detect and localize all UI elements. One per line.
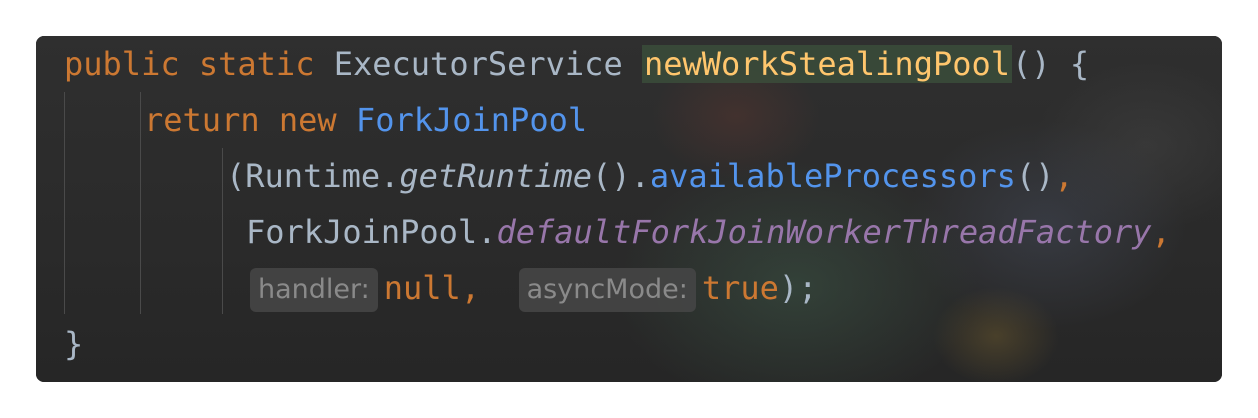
dot: .: [630, 157, 650, 195]
keyword-return: return: [144, 101, 260, 139]
null-literal: null: [383, 269, 461, 307]
code-line-3: (Runtime.getRuntime().availableProcessor…: [226, 148, 1074, 204]
true-literal: true: [701, 269, 779, 307]
parameter-hint-handler: handler:: [250, 268, 378, 312]
call-parens: (): [592, 157, 631, 195]
close-brace: }: [64, 325, 84, 363]
return-type: ExecutorService: [333, 45, 623, 83]
code-line-5: handler: null, asyncMode: true);: [250, 260, 817, 316]
available-processors-call[interactable]: availableProcessors: [650, 157, 1016, 195]
comma: ,: [1054, 157, 1074, 195]
code-line-6: }: [64, 316, 83, 372]
runtime-class[interactable]: Runtime: [245, 157, 380, 195]
keyword-static: static: [198, 45, 315, 83]
class-name[interactable]: ForkJoinPool: [356, 101, 587, 139]
dot: .: [380, 157, 400, 195]
class-ref[interactable]: ForkJoinPool: [246, 213, 477, 251]
method-name[interactable]: newWorkStealingPool: [641, 45, 1013, 83]
keyword-new: new: [278, 101, 337, 139]
parameter-hint-async-mode: asyncMode:: [518, 268, 696, 312]
factory-field[interactable]: defaultForkJoinWorkerThreadFactory: [496, 213, 1151, 251]
keyword-public: public: [64, 45, 180, 83]
dot: .: [477, 213, 497, 251]
code-line-2: return new ForkJoinPool: [144, 92, 587, 148]
close-call: );: [778, 269, 818, 307]
open-paren: (: [226, 157, 246, 195]
get-runtime-call[interactable]: getRuntime: [399, 157, 592, 195]
code-line-1: public static ExecutorService newWorkSte…: [64, 36, 1089, 92]
call-parens: (): [1015, 157, 1055, 195]
code-line-4: ForkJoinPool.defaultForkJoinWorkerThread…: [246, 204, 1171, 260]
comma: ,: [460, 269, 481, 307]
comma: ,: [1151, 213, 1171, 251]
code-block: public static ExecutorService newWorkSte…: [36, 36, 1222, 382]
code-editor[interactable]: public static ExecutorService newWorkSte…: [36, 36, 1222, 382]
params-open: () {: [1012, 45, 1090, 83]
